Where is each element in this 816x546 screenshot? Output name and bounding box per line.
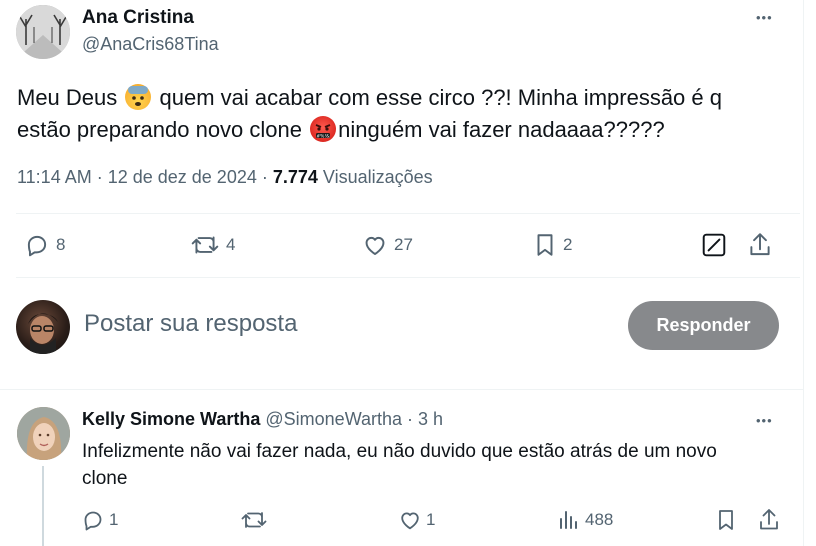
reply-author-avatar[interactable] [17, 407, 70, 460]
tweet-text-part: estão preparando novo clone [17, 117, 309, 142]
bookmark-icon[interactable] [715, 508, 737, 532]
retweet-count: 4 [226, 235, 236, 254]
bookmark-icon [533, 232, 557, 258]
divider [16, 277, 800, 278]
author-avatar[interactable] [16, 5, 70, 59]
tree-photo-icon [16, 5, 70, 59]
reply-input[interactable]: Postar sua resposta [84, 310, 604, 338]
reply-icon [24, 232, 50, 258]
timestamp-link[interactable]: 11:14 AM · 12 de dez de 2024 · [17, 167, 273, 187]
retweet-icon [240, 508, 268, 532]
more-options-icon[interactable]: ••• [756, 10, 773, 25]
share-icon[interactable] [757, 507, 781, 533]
right-border [803, 0, 804, 546]
share-icon[interactable] [747, 231, 773, 259]
author-name[interactable]: Ana Cristina [82, 7, 194, 29]
reply-header: Kelly Simone Wartha @SimoneWartha · 3 h [82, 409, 443, 430]
tweet-text-part: Meu Deus [17, 85, 124, 110]
tweet-text: Meu Deus quem vai acabar com esse circo … [17, 82, 797, 146]
reply-text-line: Infelizmente não vai fazer nada, eu não … [82, 441, 717, 462]
angry-face-emoji-icon: #%!& [310, 116, 337, 142]
grok-icon[interactable] [701, 232, 727, 258]
retweet-icon [190, 232, 220, 258]
reply-reply-action[interactable]: 1 [81, 508, 118, 532]
heart-icon [362, 232, 388, 258]
reply-author-name[interactable]: Kelly Simone Wartha [82, 409, 260, 429]
reply-retweet-action[interactable] [240, 508, 272, 532]
reply-views-count: 488 [585, 510, 614, 529]
anxious-face-emoji-icon [125, 84, 152, 110]
reply-like-count: 1 [426, 510, 436, 529]
reply-like-action[interactable]: 1 [398, 508, 435, 532]
reply-text: Infelizmente não vai fazer nada, eu não … [82, 438, 792, 492]
thread-line [42, 466, 44, 546]
divider [16, 213, 800, 214]
svg-text:#%!&: #%!& [316, 133, 330, 139]
analytics-icon [557, 508, 581, 532]
reply-reply-count: 1 [109, 510, 119, 529]
heart-icon [398, 508, 422, 532]
reply-action[interactable]: 8 [24, 232, 65, 258]
bookmark-count: 2 [563, 235, 573, 254]
reply-views-action[interactable]: 488 [557, 508, 613, 532]
tweet-text-part: quem vai acabar com esse circo ??! Minha… [153, 85, 723, 110]
tweet-meta: 11:14 AM · 12 de dez de 2024 · 7.774 Vis… [17, 167, 433, 188]
like-action[interactable]: 27 [362, 232, 413, 258]
reply-button[interactable]: Responder [628, 301, 779, 350]
reply-count: 8 [56, 235, 66, 254]
reply-author-handle[interactable]: @SimoneWartha · 3 h [265, 409, 443, 429]
section-divider [0, 389, 803, 390]
retweet-action[interactable]: 4 [190, 232, 235, 258]
current-user-avatar[interactable] [16, 300, 70, 354]
reply-text-line: clone [82, 468, 128, 489]
reply-icon [81, 508, 105, 532]
views-label[interactable]: Visualizações [318, 167, 433, 187]
person-photo-icon [17, 407, 70, 460]
person-photo-icon [28, 313, 58, 354]
tweet-text-part: ninguém vai fazer nadaaaa????? [338, 117, 665, 142]
bookmark-action[interactable]: 2 [533, 232, 572, 258]
reply-more-options-icon[interactable]: ••• [756, 413, 773, 428]
author-handle[interactable]: @AnaCris68Tina [82, 34, 219, 55]
like-count: 27 [394, 235, 413, 254]
views-count[interactable]: 7.774 [273, 167, 318, 187]
